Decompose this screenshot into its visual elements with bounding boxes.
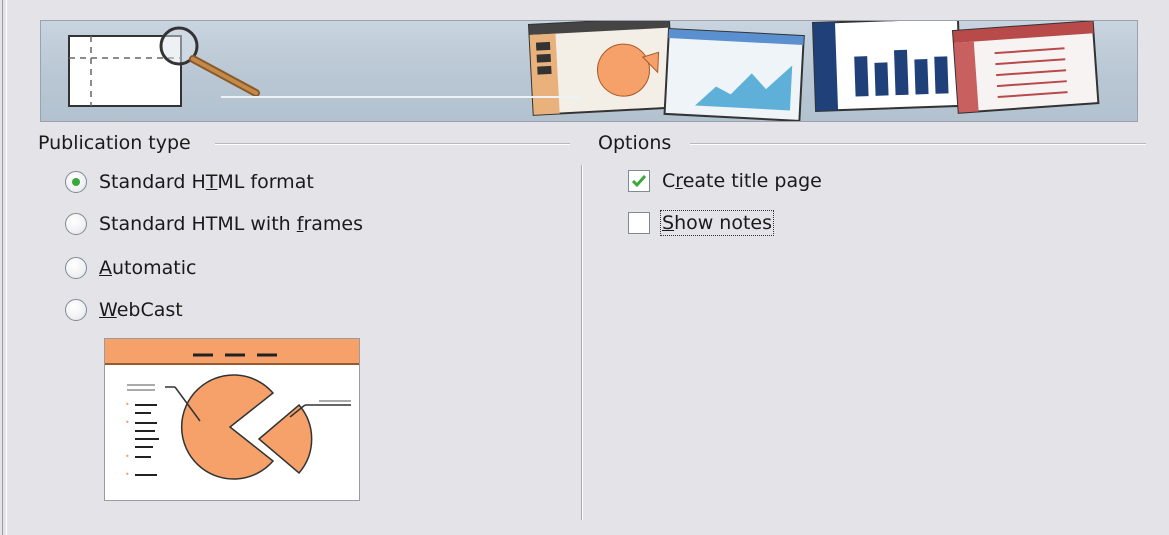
svg-text:•: • [125, 470, 130, 479]
banner-illustration [68, 21, 1100, 121]
options-heading: Options [598, 132, 672, 154]
radio-webcast[interactable]: WebCast [65, 297, 183, 323]
checkbox-label-show-notes: Show notes [659, 210, 775, 236]
radio-label-standard-html: Standard HTML format [99, 171, 314, 193]
svg-text:•: • [125, 400, 130, 409]
radio-label-automatic: Automatic [99, 257, 197, 279]
radio-label-webcast: WebCast [99, 299, 183, 321]
checkmark-icon [631, 175, 647, 188]
checkbox-label-create-title-page: Create title page [662, 170, 822, 192]
checkbox-create-title-page[interactable]: Create title page [628, 168, 822, 194]
left-divider [2, 0, 3, 535]
svg-text:•: • [125, 418, 130, 427]
html-export-publication-type-page: Publication type Standard HTML format St… [0, 0, 1169, 535]
checkbox-indicator-checked[interactable] [628, 170, 650, 192]
options-rule [690, 143, 1146, 145]
publication-type-rule [215, 143, 570, 145]
wizard-banner [40, 20, 1138, 122]
section-divider [581, 165, 583, 520]
radio-standard-html[interactable]: Standard HTML format [65, 169, 314, 195]
left-divider-highlight [6, 0, 7, 535]
preview-illustration: • • • • [105, 339, 359, 480]
svg-text:•: • [125, 452, 130, 461]
radio-indicator[interactable] [65, 299, 87, 321]
checkbox-show-notes[interactable]: Show notes [628, 210, 775, 236]
publication-type-heading: Publication type [38, 132, 191, 154]
publication-preview-image: • • • • [104, 338, 360, 501]
radio-indicator[interactable] [65, 257, 87, 279]
checkbox-indicator[interactable] [628, 212, 650, 234]
radio-indicator[interactable] [65, 213, 87, 235]
radio-standard-html-frames[interactable]: Standard HTML with frames [65, 211, 363, 237]
banner-line [221, 96, 581, 98]
radio-label-html-frames: Standard HTML with frames [99, 213, 364, 235]
radio-automatic[interactable]: Automatic [65, 255, 196, 281]
radio-indicator-checked[interactable] [65, 171, 87, 193]
